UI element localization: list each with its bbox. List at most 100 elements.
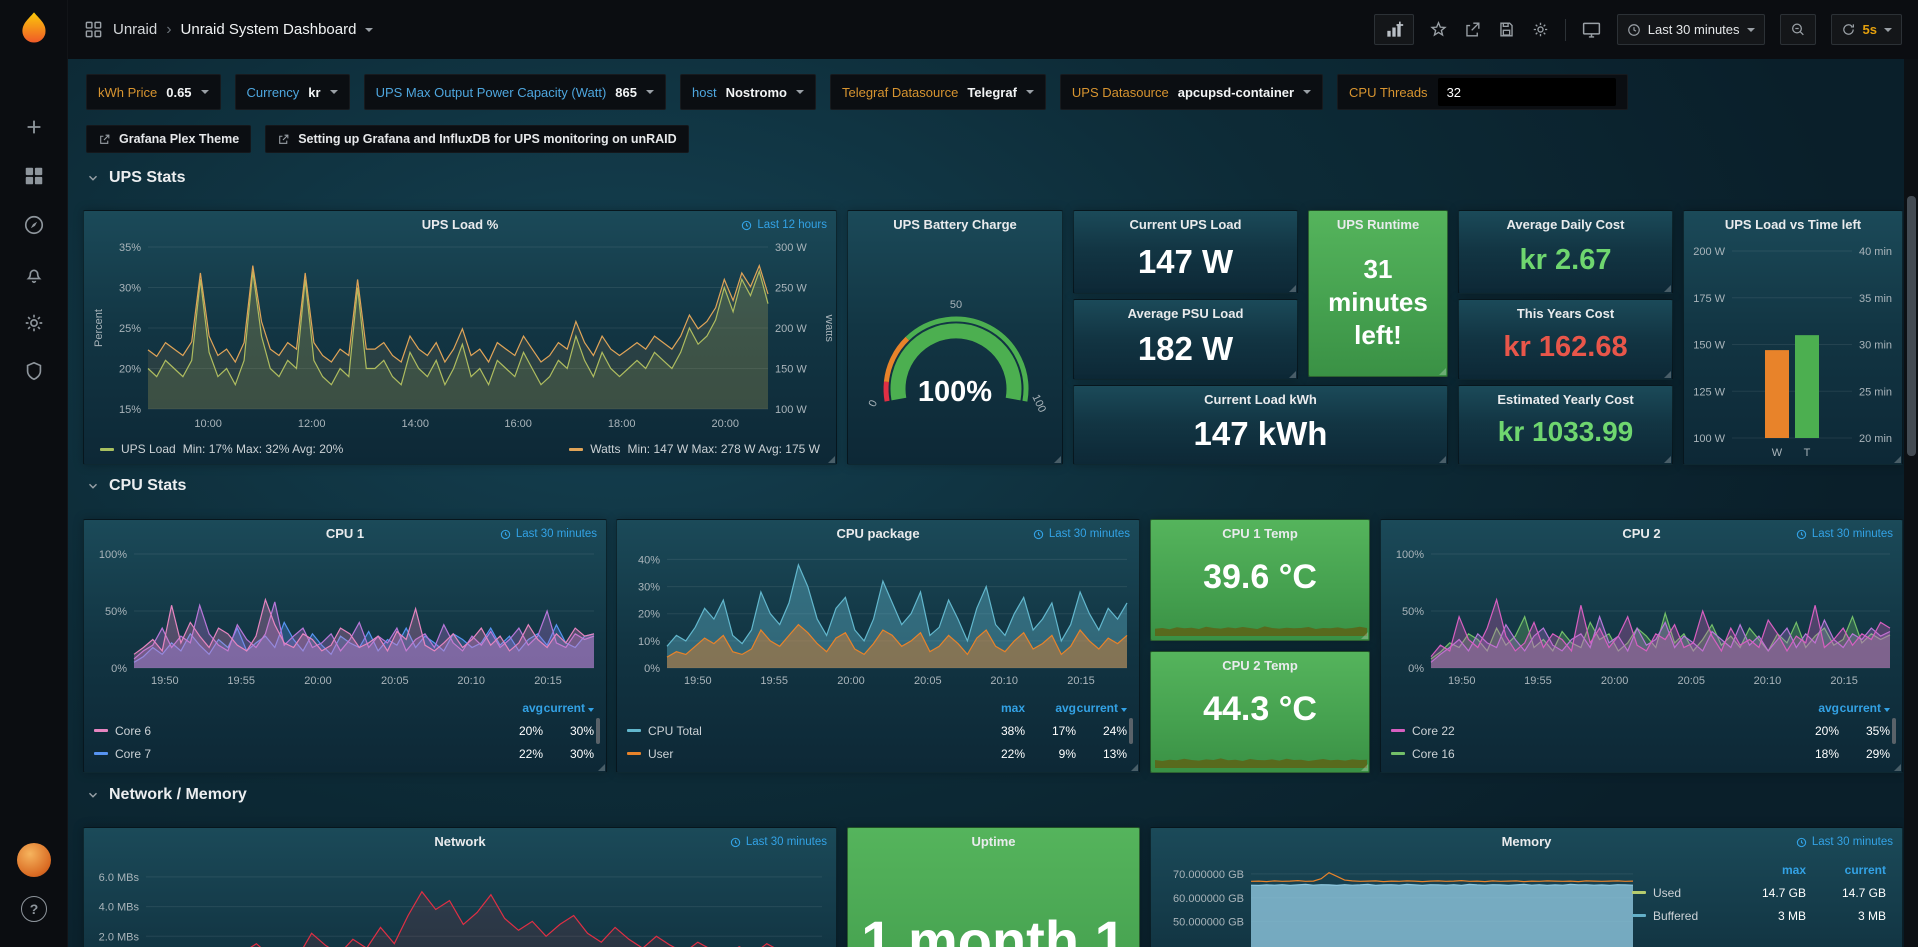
chevron-down-icon	[86, 788, 100, 802]
variable-ups-datasource[interactable]: UPS Datasource apcupsd-container	[1060, 74, 1323, 110]
time-range-picker[interactable]: Last 30 minutes	[1617, 14, 1765, 45]
dashboard-title[interactable]: Unraid System Dashboard	[181, 21, 357, 38]
legend-header-max[interactable]: max	[1726, 863, 1806, 877]
configuration-gear-icon[interactable]	[0, 312, 68, 334]
link-label: Grafana Plex Theme	[119, 132, 239, 146]
svg-text:12:00: 12:00	[298, 418, 326, 430]
panel-title[interactable]: Network	[84, 834, 836, 849]
legend-header-avg[interactable]: avg	[1025, 701, 1076, 715]
panel-title[interactable]: Memory	[1151, 834, 1902, 849]
panel-title[interactable]: This Years Cost	[1459, 306, 1672, 321]
cpu1-legend: avg current Core 6 20% 30% Core 7 22% 30…	[94, 696, 594, 765]
section-network-memory[interactable]: Network / Memory	[86, 786, 247, 804]
legend-header-avg[interactable]: avg	[1788, 701, 1839, 715]
star-icon[interactable]	[1429, 20, 1448, 39]
legend-header-avg[interactable]: avg	[492, 701, 543, 715]
panel-title[interactable]: CPU 1 Temp	[1151, 526, 1369, 541]
refresh-picker[interactable]: 5s	[1831, 14, 1902, 45]
stat-value: 44.3 °C	[1151, 690, 1369, 729]
help-icon[interactable]: ?	[0, 896, 68, 922]
link-ups-monitoring-guide[interactable]: Setting up Grafana and InfluxDB for UPS …	[265, 125, 688, 153]
panel-title[interactable]: Uptime	[848, 834, 1139, 849]
legend-header-current[interactable]: current	[1076, 701, 1127, 715]
panel-title[interactable]: Current UPS Load	[1074, 217, 1297, 232]
sort-caret-icon	[1121, 708, 1127, 712]
section-ups-stats[interactable]: UPS Stats	[86, 169, 185, 187]
scrollbar-thumb[interactable]	[1907, 196, 1916, 456]
share-icon[interactable]	[1463, 20, 1482, 39]
variable-currency[interactable]: Currency kr	[235, 74, 350, 110]
legend-header-current[interactable]: current	[543, 701, 594, 715]
legend-series-name[interactable]: Used	[1653, 886, 1681, 900]
breadcrumb: Unraid › Unraid System Dashboard	[113, 21, 373, 39]
legend-row: Core 7 22% 30%	[94, 742, 594, 765]
panel-title[interactable]: UPS Load vs Time left	[1684, 217, 1902, 232]
save-icon[interactable]	[1497, 20, 1516, 39]
dashboard-settings-gear-icon[interactable]	[1531, 20, 1550, 39]
legend-scrollbar[interactable]	[596, 718, 600, 744]
svg-text:14:00: 14:00	[401, 418, 429, 430]
grafana-logo-icon[interactable]	[0, 10, 68, 48]
user-avatar[interactable]	[0, 843, 68, 877]
legend-swatch	[1391, 752, 1405, 755]
tv-mode-icon[interactable]	[1581, 19, 1602, 40]
variable-label: kWh Price	[98, 85, 157, 100]
stat-value: 1 month 1	[848, 908, 1139, 947]
breadcrumb-folder[interactable]: Unraid	[113, 21, 157, 38]
legend-swatch	[100, 448, 114, 451]
legend-header-current[interactable]: current	[1839, 701, 1890, 715]
add-panel-button[interactable]	[1374, 14, 1414, 45]
legend-header-current[interactable]: current	[1806, 863, 1886, 877]
alerting-bell-icon[interactable]	[0, 263, 68, 285]
navbar-actions: Last 30 minutes 5s	[1374, 14, 1902, 45]
panel-title[interactable]: UPS Load %	[84, 217, 836, 232]
svg-text:6.0 MBs: 6.0 MBs	[99, 872, 140, 884]
cpu1-temp-sparkline	[1155, 620, 1367, 636]
legend-series-name[interactable]: Core 16	[1412, 747, 1455, 761]
legend-series-name[interactable]: Core 7	[115, 747, 151, 761]
panel-title[interactable]: Current Load kWh	[1074, 392, 1447, 407]
panel-ups-load-vs-time-left: UPS Load vs Time left 100 W125 W150 W175…	[1683, 210, 1903, 465]
svg-text:35%: 35%	[119, 242, 141, 254]
stat-value: 147 kWh	[1074, 415, 1447, 453]
svg-text:19:55: 19:55	[1524, 675, 1552, 687]
clock-icon	[730, 837, 741, 848]
dashboard-grid-icon[interactable]	[84, 20, 103, 39]
section-cpu-stats[interactable]: CPU Stats	[86, 477, 186, 495]
panel-title[interactable]: Average PSU Load	[1074, 306, 1297, 321]
svg-text:20:10: 20:10	[1754, 675, 1782, 687]
cpu-threads-input[interactable]: 32	[1438, 78, 1616, 106]
dashboards-icon[interactable]	[0, 165, 68, 187]
variable-host[interactable]: host Nostromo	[680, 74, 816, 110]
panel-title[interactable]: Average Daily Cost	[1459, 217, 1672, 232]
panel-current-ups-load: Current UPS Load 147 W	[1073, 210, 1298, 294]
dropdown-caret-icon	[201, 90, 209, 94]
panel-ups-battery-charge: UPS Battery Charge 050100 100%	[847, 210, 1063, 465]
legend-series-name[interactable]: User	[648, 747, 673, 761]
variable-label: UPS Datasource	[1072, 85, 1169, 100]
variable-ups-max-output[interactable]: UPS Max Output Power Capacity (Watt) 865	[364, 74, 666, 110]
panel-title[interactable]: CPU 2 Temp	[1151, 658, 1369, 673]
legend-series-name[interactable]: Core 22	[1412, 724, 1455, 738]
zoom-out-button[interactable]	[1780, 14, 1816, 45]
legend-series-name[interactable]: Buffered	[1653, 909, 1698, 923]
panel-title[interactable]: UPS Battery Charge	[848, 217, 1062, 232]
legend-series-name[interactable]: UPS Load	[121, 442, 176, 456]
legend-scrollbar[interactable]	[1129, 718, 1133, 744]
panel-title[interactable]: Estimated Yearly Cost	[1459, 392, 1672, 407]
legend-series-name[interactable]: CPU Total	[648, 724, 702, 738]
variable-kwh-price[interactable]: kWh Price 0.65	[86, 74, 221, 110]
legend-series-name[interactable]: Watts	[590, 442, 620, 456]
legend-series-name[interactable]: Core 6	[115, 724, 151, 738]
variable-telegraf-datasource[interactable]: Telegraf Datasource Telegraf	[830, 74, 1046, 110]
link-grafana-plex-theme[interactable]: Grafana Plex Theme	[86, 125, 251, 153]
explore-compass-icon[interactable]	[0, 214, 68, 236]
svg-text:4.0 MBs: 4.0 MBs	[99, 902, 140, 914]
legend-header-max[interactable]: max	[974, 701, 1025, 715]
panel-title[interactable]: UPS Runtime	[1309, 217, 1447, 232]
svg-text:20:05: 20:05	[914, 675, 942, 687]
legend-scrollbar[interactable]	[1892, 718, 1896, 744]
admin-shield-icon[interactable]	[0, 360, 68, 382]
svg-text:300 W: 300 W	[775, 242, 807, 254]
create-plus-icon[interactable]	[0, 116, 68, 138]
